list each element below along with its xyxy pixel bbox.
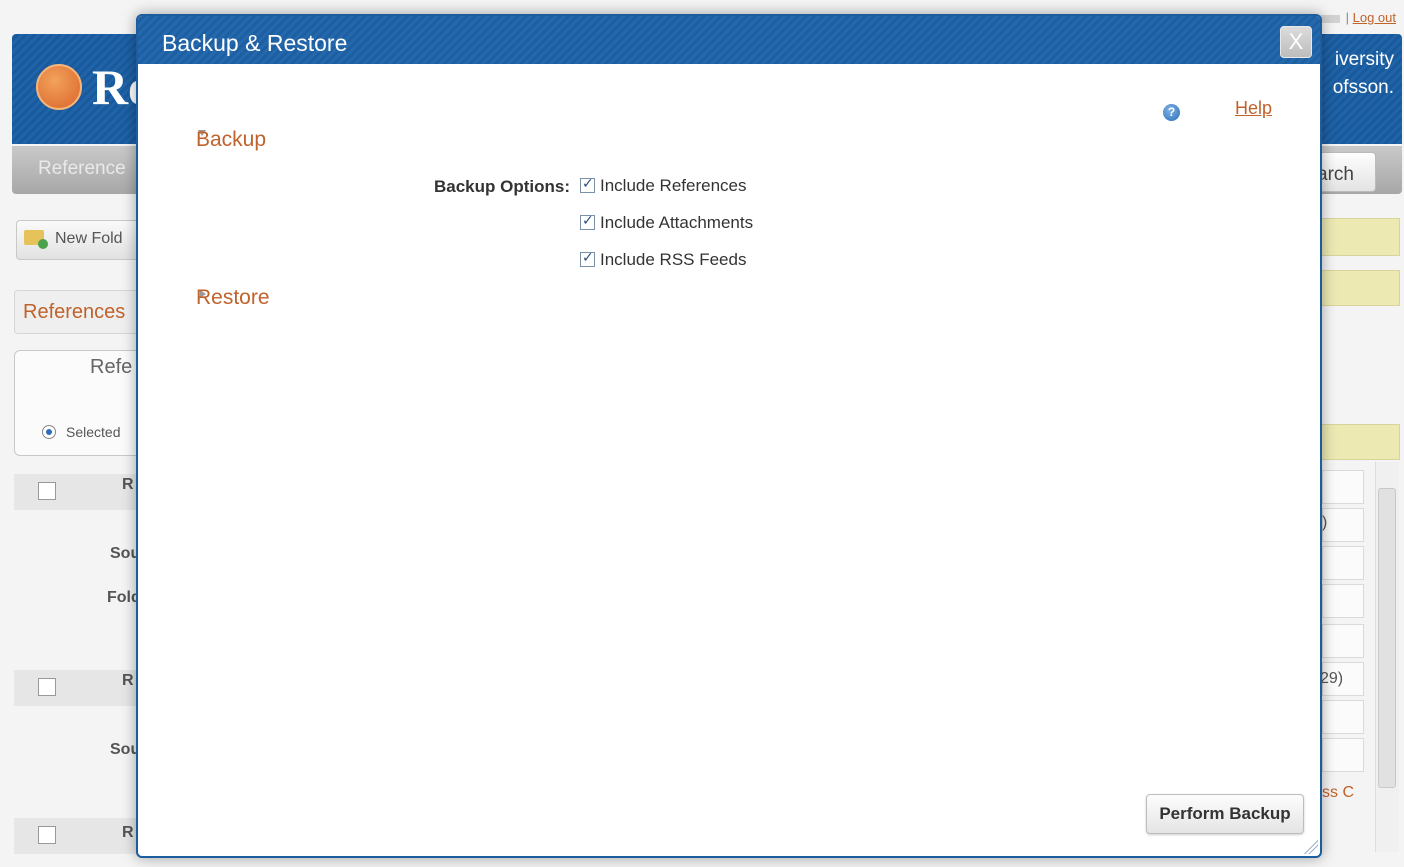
selected-radio[interactable] <box>42 425 56 439</box>
app-logo-icon <box>36 64 82 110</box>
references-tab[interactable]: References <box>14 290 144 334</box>
perform-backup-button[interactable]: Perform Backup <box>1146 794 1304 834</box>
resize-grip-icon[interactable] <box>1302 838 1318 854</box>
include-rss-feeds-checkbox[interactable] <box>580 249 595 267</box>
backup-section-toggle[interactable]: Backup <box>196 128 266 152</box>
help-link[interactable]: Help <box>1235 98 1272 119</box>
backup-options-label: Backup Options: <box>434 177 571 196</box>
right-list-item <box>1322 700 1364 734</box>
selected-radio-label: Selected <box>66 424 121 440</box>
right-panel-header <box>1316 424 1400 460</box>
include-references-checkbox[interactable] <box>580 175 595 193</box>
new-folder-icon <box>24 230 48 249</box>
include-references-label: Include References <box>600 176 747 195</box>
institution-name: iversity <box>1334 49 1394 70</box>
help-icon[interactable]: ? <box>1163 104 1180 121</box>
dialog-title: Backup & Restore <box>162 30 348 56</box>
include-attachments-label: Include Attachments <box>600 213 754 232</box>
row-checkbox[interactable] <box>38 482 56 500</box>
references-panel-title: Refe <box>90 356 133 378</box>
close-button[interactable]: X <box>1280 26 1312 58</box>
right-list-item <box>1322 624 1364 658</box>
nav-item-references[interactable]: Reference <box>38 158 126 180</box>
right-item-fragment: ss C <box>1322 784 1354 801</box>
backup-restore-dialog: Backup & Restore X ? Help Backup Backup … <box>136 14 1322 858</box>
user-name: ofsson. <box>1332 77 1394 98</box>
right-list-item <box>1322 508 1364 542</box>
right-list-item <box>1322 738 1364 772</box>
row-checkbox[interactable] <box>38 678 56 696</box>
restore-section-toggle[interactable]: Restore <box>196 286 270 310</box>
institution-info: iversity ofsson. <box>1333 46 1394 102</box>
row-checkbox[interactable] <box>38 826 56 844</box>
row-title-fragment: R <box>122 476 134 493</box>
right-panel-header <box>1316 270 1400 306</box>
logout-link[interactable]: Log out <box>1353 10 1396 25</box>
right-panel-header <box>1316 218 1400 256</box>
right-list-item <box>1322 584 1364 618</box>
scrollbar-thumb[interactable] <box>1378 488 1396 788</box>
right-list-item <box>1322 546 1364 580</box>
include-rss-feeds-label: Include RSS Feeds <box>600 250 747 269</box>
right-item-fragment: 29) <box>1320 670 1344 687</box>
include-attachments-checkbox[interactable] <box>580 212 595 230</box>
row-title-fragment: R <box>122 824 134 841</box>
dialog-title-bar: Backup & Restore X <box>138 16 1320 64</box>
row-title-fragment: R <box>122 672 134 689</box>
right-item-fragment: ) <box>1322 514 1328 531</box>
right-list-item <box>1322 470 1364 504</box>
